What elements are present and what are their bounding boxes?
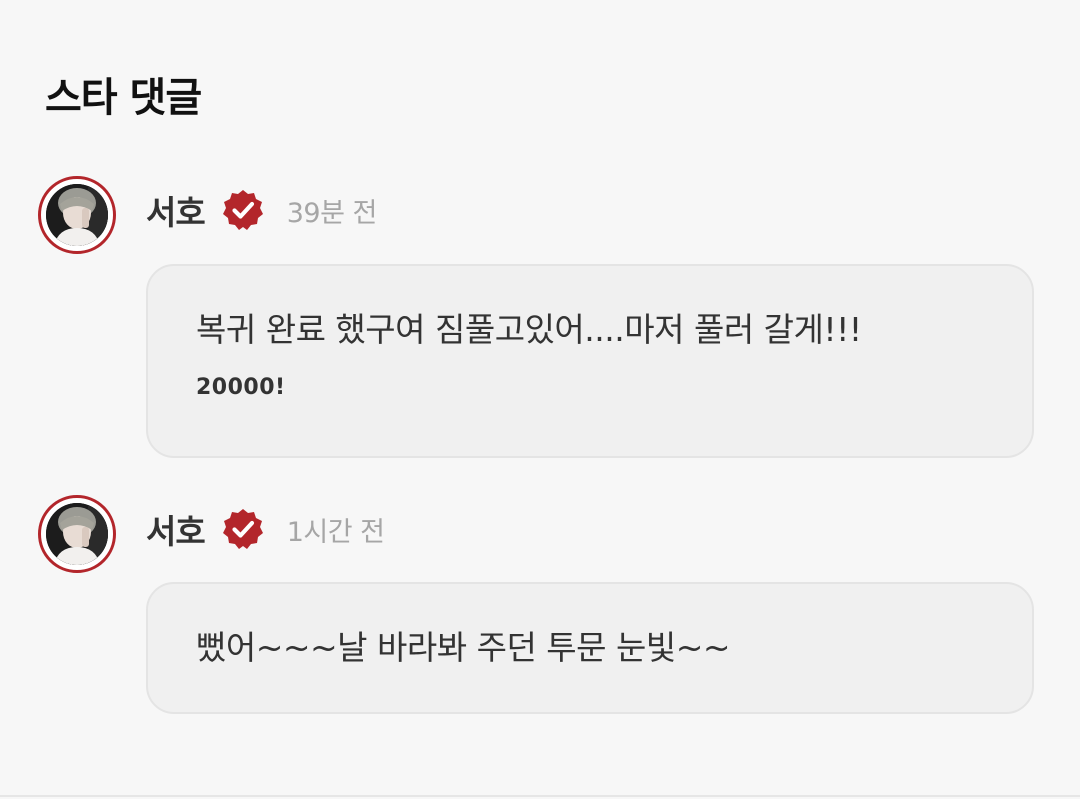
comment-text: 복귀 완료 했구여 짐풀고있어....마저 풀러 갈게!!!: [196, 310, 862, 349]
timestamp: 39분 전: [286, 197, 378, 229]
timestamp: 1시간 전: [286, 516, 385, 548]
comment-bubble: 복귀 완료 했구여 짐풀고있어....마저 풀러 갈게!!! 20000!: [146, 264, 1034, 458]
bottom-divider: [0, 795, 1080, 797]
comment-header: 서호 1시간 전: [146, 501, 385, 557]
verified-badge-icon: [221, 188, 265, 232]
comment-text: 뻤어~~~날 바라봐 주던 투문 눈빛~~: [196, 628, 731, 667]
avatar[interactable]: [38, 495, 116, 573]
username[interactable]: 서호: [146, 186, 206, 234]
avatar-photo: [46, 184, 108, 246]
section-title: 스타 댓글: [45, 75, 202, 121]
avatar-photo: [46, 503, 108, 565]
username[interactable]: 서호: [146, 505, 206, 553]
comment-text-secondary: 20000!: [196, 375, 286, 400]
verified-badge-icon: [221, 507, 265, 551]
comment-bubble: 뻤어~~~날 바라봐 주던 투문 눈빛~~: [146, 582, 1034, 714]
comment-header: 서호 39분 전: [146, 182, 377, 238]
avatar[interactable]: [38, 176, 116, 254]
